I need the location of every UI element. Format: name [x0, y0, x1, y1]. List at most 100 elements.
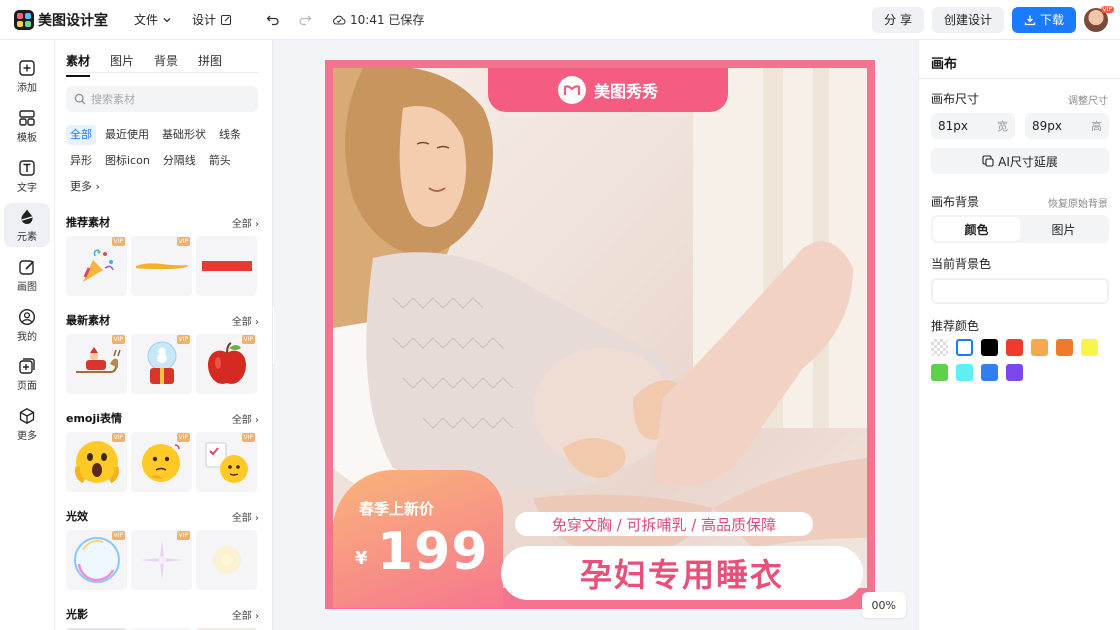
resize-link[interactable]: 调整尺寸	[1068, 92, 1108, 107]
tool-more[interactable]: 更多	[4, 402, 50, 446]
undo-button[interactable]	[262, 9, 284, 31]
search-icon	[74, 93, 86, 105]
swatch-orange[interactable]	[1056, 339, 1073, 356]
tool-label: 页面	[17, 380, 37, 392]
tool-pages[interactable]: 页面	[4, 352, 50, 396]
see-all-link[interactable]: 全部 ›	[232, 215, 259, 230]
vip-badge: VIP	[111, 531, 125, 540]
width-input[interactable]: 81px 宽	[931, 113, 1015, 139]
ai-resize-button[interactable]: AI尺寸延展	[931, 148, 1109, 174]
bg-tab-color[interactable]: 颜色	[933, 217, 1020, 241]
chip-irregular[interactable]: 异形	[66, 151, 96, 171]
current-color-field[interactable]	[931, 278, 1109, 304]
category-chips: 全部 最近使用 基础形状 线条 异形 图标icon 分隔线 箭头 更多 ›	[66, 125, 266, 197]
zoom-control[interactable]: 00%	[861, 592, 906, 618]
asset-card[interactable]: VIP	[131, 432, 192, 492]
chip-dividers[interactable]: 分隔线	[159, 151, 200, 171]
asset-card[interactable]: VIP	[131, 334, 192, 394]
swatch-white[interactable]	[956, 339, 973, 356]
swatch-black[interactable]	[981, 339, 998, 356]
poster-canvas[interactable]: 美图秀秀 春季上新价 ¥ 199 免穿文胸 / 可拆哺乳 / 高品质保障 孕妇专…	[325, 60, 875, 609]
search-box[interactable]	[66, 86, 258, 112]
thinking-face-icon	[141, 444, 180, 482]
tool-element[interactable]: 元素	[4, 203, 50, 247]
swatch-transparent[interactable]	[931, 339, 948, 356]
asset-card[interactable]: VIP	[66, 432, 127, 492]
logo[interactable]: 美图设计室	[14, 9, 108, 30]
chevron-down-icon	[163, 17, 171, 22]
chip-all[interactable]: 全部	[66, 125, 96, 145]
cloud-check-icon	[333, 15, 346, 25]
red-bar-icon	[201, 261, 252, 271]
create-design-button[interactable]: 创建设计	[931, 6, 1004, 33]
see-all-link[interactable]: 全部 ›	[232, 607, 259, 622]
swatch-light-orange[interactable]	[1031, 339, 1048, 356]
asset-card[interactable]: VIP	[196, 432, 257, 492]
asset-card[interactable]	[196, 530, 257, 590]
text-icon	[19, 159, 35, 176]
avatar[interactable]: VIP	[1084, 5, 1114, 32]
swatch-blue[interactable]	[981, 364, 998, 381]
chip-arrows[interactable]: 箭头	[205, 151, 235, 171]
asset-card[interactable]: VIP	[66, 236, 127, 296]
features-pill[interactable]: 免穿文胸 / 可拆哺乳 / 高品质保障	[515, 512, 813, 536]
asset-card[interactable]: VIP	[66, 530, 127, 590]
chip-recent[interactable]: 最近使用	[101, 125, 153, 145]
vip-badge: VIP	[111, 237, 125, 246]
design-menu[interactable]: 设计	[192, 11, 232, 28]
section-title: 光影	[66, 608, 88, 621]
tab-backgrounds[interactable]: 背景	[154, 52, 178, 77]
divider	[919, 78, 1120, 79]
swatch-green[interactable]	[931, 364, 948, 381]
swatch-purple[interactable]	[1006, 364, 1023, 381]
tool-text[interactable]: 文字	[4, 154, 50, 198]
search-input[interactable]	[91, 92, 241, 106]
canvas-size-label: 画布尺寸	[931, 92, 980, 106]
asset-card[interactable]: VIP	[66, 334, 127, 394]
file-menu-label: 文件	[134, 13, 159, 27]
logo-mark-icon	[14, 9, 34, 30]
tab-collage[interactable]: 拼图	[198, 52, 222, 77]
tool-add[interactable]: 添加	[4, 54, 50, 98]
file-menu[interactable]: 文件	[134, 11, 172, 28]
section-title: 最新素材	[66, 314, 110, 327]
brand-banner[interactable]: 美图秀秀	[488, 68, 728, 112]
swatch-yellow[interactable]	[1081, 339, 1098, 356]
swatch-cyan[interactable]	[956, 364, 973, 381]
see-all-link[interactable]: 全部 ›	[232, 509, 259, 524]
top-bar: 美图设计室 文件 设计 10:41 已保存 分 享 创建设计 下载 VIP	[0, 0, 1120, 40]
asset-card[interactable]: VIP	[131, 236, 192, 296]
asset-card[interactable]	[196, 236, 257, 296]
share-button[interactable]: 分 享	[872, 6, 924, 33]
currency-symbol[interactable]: ¥	[355, 548, 368, 569]
chip-more-label: 更多	[70, 180, 92, 193]
reset-bg-link[interactable]: 恢复原始背景	[1048, 195, 1108, 210]
price-value[interactable]: 199	[377, 522, 489, 582]
chip-more[interactable]: 更多 ›	[66, 177, 104, 197]
bubble-icon	[73, 537, 120, 583]
asset-card[interactable]: VIP	[131, 530, 192, 590]
width-unit: 宽	[997, 120, 1008, 133]
bg-type-toggle: 颜色 图片	[931, 215, 1109, 243]
tab-materials[interactable]: 素材	[66, 52, 91, 77]
chip-lines[interactable]: 线条	[215, 125, 245, 145]
tool-mine[interactable]: 我的	[4, 303, 50, 347]
screaming-face-icon	[74, 441, 119, 484]
chip-icons[interactable]: 图标icon	[101, 151, 154, 171]
height-input[interactable]: 89px 高	[1025, 113, 1109, 139]
asset-card[interactable]: VIP	[196, 334, 257, 394]
bg-tab-image[interactable]: 图片	[1020, 217, 1107, 241]
tool-draw[interactable]: 画图	[4, 253, 50, 297]
see-all-link[interactable]: 全部 ›	[232, 411, 259, 426]
see-all-link[interactable]: 全部 ›	[232, 313, 259, 328]
swatch-red[interactable]	[1006, 339, 1023, 356]
download-icon	[1024, 15, 1036, 25]
redo-button[interactable]	[294, 9, 316, 31]
tab-images[interactable]: 图片	[110, 52, 134, 77]
tool-template[interactable]: 模板	[4, 104, 50, 148]
download-button[interactable]: 下载	[1011, 6, 1076, 33]
checklist-face-icon	[205, 442, 248, 483]
price-subtitle[interactable]: 春季上新价	[359, 498, 434, 519]
product-title[interactable]: 孕妇专用睡衣	[501, 546, 863, 600]
chip-basic-shapes[interactable]: 基础形状	[158, 125, 210, 145]
